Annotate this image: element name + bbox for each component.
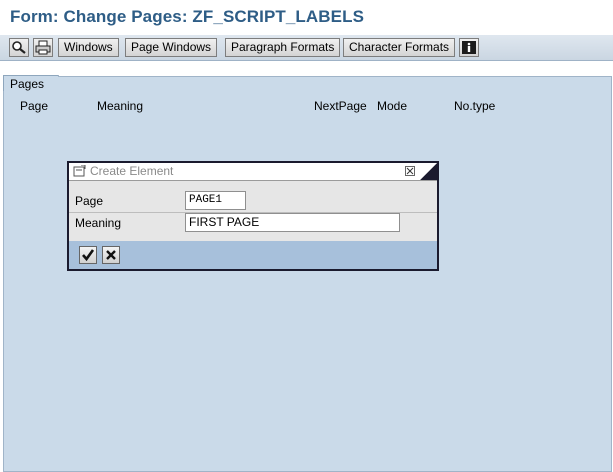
close-icon[interactable] bbox=[405, 166, 415, 176]
pages-tab-panel bbox=[3, 76, 612, 472]
dialog-button-bar bbox=[69, 241, 437, 269]
page-windows-button[interactable]: Page Windows bbox=[125, 38, 218, 57]
windows-button[interactable]: Windows bbox=[58, 38, 119, 57]
application-toolbar: Windows Page Windows Paragraph Formats C… bbox=[0, 35, 613, 61]
create-element-dialog: Create Element Page PAGE1 Meaning FIRST … bbox=[67, 161, 439, 271]
meaning-field[interactable]: FIRST PAGE bbox=[185, 213, 400, 232]
dialog-title-bar[interactable]: Create Element bbox=[69, 163, 437, 181]
paragraph-formats-button[interactable]: Paragraph Formats bbox=[225, 38, 341, 57]
cancel-x-icon[interactable] bbox=[102, 246, 120, 264]
column-header-mode: Mode bbox=[377, 99, 408, 113]
page-field-label: Page bbox=[75, 194, 104, 208]
page-field[interactable]: PAGE1 bbox=[185, 191, 246, 210]
column-header-page: Page bbox=[20, 99, 49, 113]
info-icon[interactable] bbox=[459, 38, 479, 57]
character-formats-button[interactable]: Character Formats bbox=[343, 38, 456, 57]
print-preview-icon[interactable] bbox=[33, 38, 53, 57]
column-header-meaning: Meaning bbox=[97, 99, 144, 113]
column-header-nextpage: NextPage bbox=[314, 99, 367, 113]
column-header-number-type: No.type bbox=[454, 99, 496, 113]
corner-decoration-icon bbox=[419, 163, 437, 180]
create-document-icon bbox=[73, 164, 86, 180]
meaning-field-label: Meaning bbox=[75, 216, 122, 230]
dialog-title: Create Element bbox=[90, 164, 174, 178]
title-bar: Form: Change Pages: ZF_SCRIPT_LABELS bbox=[0, 0, 613, 36]
display-icon[interactable] bbox=[9, 38, 29, 57]
confirm-checkmark-icon[interactable] bbox=[79, 246, 97, 264]
page-title: Form: Change Pages: ZF_SCRIPT_LABELS bbox=[10, 7, 365, 26]
